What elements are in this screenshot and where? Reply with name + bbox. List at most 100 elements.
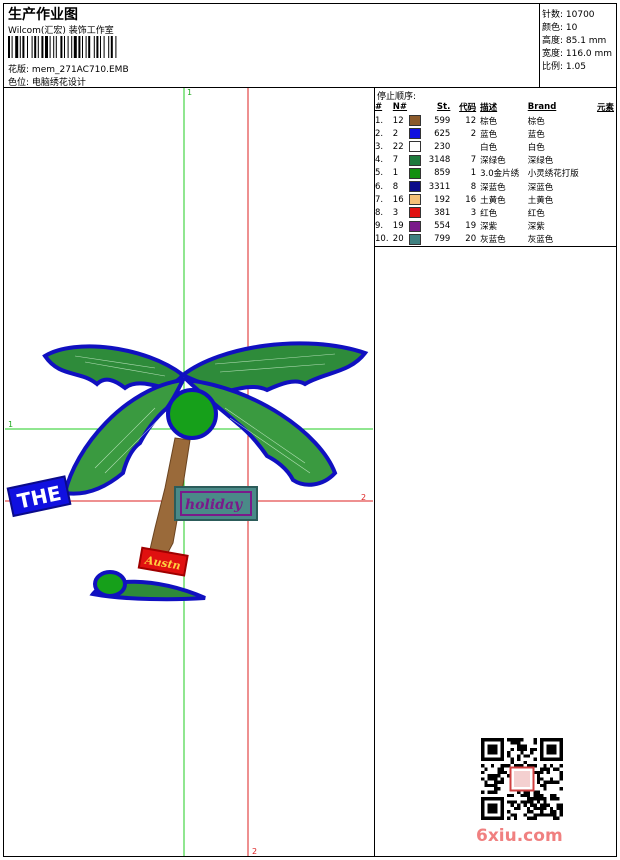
row-description: 土黄色 — [480, 195, 506, 206]
row-swatch — [408, 233, 426, 246]
row-needle: 22 — [392, 141, 404, 152]
table-row: 10. 20 799 20 灰蓝色 灰蓝色 — [375, 233, 617, 246]
row-stitches: 599 — [434, 115, 451, 126]
row-description: 深蓝色 — [480, 182, 506, 193]
site-logo: 6xiu.com — [476, 826, 563, 846]
col-swatch — [409, 100, 426, 114]
row-needle: 16 — [392, 194, 404, 205]
row-stitches: 381 — [434, 207, 451, 218]
table-row: 5. 1 859 1 3.0金片绣 小灵绣花打版 — [375, 167, 617, 180]
row-brand: 灰蓝色 — [527, 235, 554, 246]
color-swatch — [408, 141, 421, 153]
table-header-row: # N# St. 代码 描述 Brand 元素 — [375, 100, 617, 114]
row-code: 8 — [470, 181, 477, 192]
row-swatch — [408, 220, 426, 233]
color-position-value: 电脑绣花设计 — [31, 78, 86, 88]
table-row: 4. 7 3148 7 深绿色 深绿色 — [375, 154, 617, 167]
guide-label-left: 1 — [8, 420, 14, 429]
guide-label-top: 1 — [187, 88, 193, 97]
row-element — [597, 220, 617, 233]
design-height: 高度: 85.1 mm — [542, 36, 607, 46]
design-file-value: mem_271AC710.EMB — [31, 65, 129, 75]
table-row: 3. 22 230 白色 白色 — [375, 140, 617, 153]
row-brand: 棕色 — [527, 116, 545, 127]
row-index: 9. — [375, 221, 384, 232]
row-element — [597, 180, 617, 193]
row-needle: 2 — [392, 128, 399, 139]
row-swatch — [408, 140, 426, 153]
row-stitches: 554 — [434, 221, 451, 232]
row-stitches: 192 — [434, 194, 451, 205]
qr-code — [481, 738, 563, 820]
col-stitches: St. — [436, 102, 451, 112]
table-row: 7. 16 192 16 土黄色 土黄色 — [375, 193, 617, 206]
coconut — [166, 388, 218, 440]
row-index: 6. — [375, 181, 384, 192]
row-needle: 3 — [392, 207, 399, 218]
row-swatch — [408, 206, 426, 219]
row-brand: 深绿色 — [527, 156, 554, 167]
studio-name: Wilcom(汇宏) 装饰工作室 — [8, 26, 114, 36]
color-swatch — [408, 207, 421, 219]
row-description: 深绿色 — [480, 156, 506, 167]
row-needle: 8 — [392, 181, 399, 192]
row-brand: 小灵绣花打版 — [527, 169, 579, 180]
row-swatch — [408, 154, 426, 167]
row-brand: 白色 — [527, 142, 545, 153]
design-file-label: 花版: — [8, 65, 30, 75]
row-index: 2. — [375, 128, 384, 139]
row-code: 1 — [470, 168, 477, 179]
color-swatch — [408, 115, 421, 127]
col-element: 元素 — [596, 103, 614, 113]
row-swatch — [408, 127, 426, 140]
row-description: 白色 — [480, 142, 498, 153]
row-swatch — [408, 180, 426, 193]
color-swatch — [408, 128, 421, 140]
row-code: 3 — [470, 207, 477, 218]
row-element — [597, 193, 617, 206]
row-needle: 20 — [392, 234, 404, 245]
row-stitches: 625 — [434, 128, 451, 139]
col-brand: Brand — [527, 102, 557, 112]
table-divider — [374, 246, 617, 247]
guide-label-bottom: 2 — [252, 847, 258, 856]
row-needle: 19 — [392, 221, 404, 232]
row-brand: 蓝色 — [527, 129, 545, 140]
row-brand: 土黄色 — [527, 195, 554, 206]
row-swatch — [408, 193, 426, 206]
row-description: 棕色 — [480, 116, 498, 127]
the-badge: THE — [6, 475, 72, 518]
color-position-label: 色位: — [8, 78, 30, 88]
row-description: 灰蓝色 — [480, 235, 506, 246]
row-element — [597, 167, 617, 180]
table-row: 6. 8 3311 8 深蓝色 深蓝色 — [375, 180, 617, 193]
table-row: 1. 12 599 12 棕色 棕色 — [375, 114, 617, 127]
col-needle: N# — [392, 102, 408, 112]
row-index: 5. — [375, 168, 384, 179]
color-sequence-table: # N# St. 代码 描述 Brand 元素 1. 12 599 12 棕色 棕色 2. 2… — [375, 100, 617, 246]
page-title: 生产作业图 — [8, 7, 78, 23]
design-width: 宽度: 116.0 mm — [542, 49, 613, 59]
barcode — [8, 36, 117, 58]
row-element — [597, 127, 617, 140]
row-code: 20 — [465, 234, 477, 245]
color-swatch — [408, 233, 421, 245]
row-needle: 7 — [392, 155, 399, 166]
row-code: 7 — [470, 155, 477, 166]
row-description: 3.0金片绣 — [480, 169, 520, 180]
guide-label-right: 2 — [361, 493, 367, 502]
color-swatch — [408, 220, 421, 232]
row-index: 1. — [375, 115, 384, 126]
color-swatch — [408, 181, 421, 193]
row-stitches: 230 — [434, 141, 451, 152]
holiday-sign-text: holiday — [185, 497, 243, 513]
row-brand: 深紫 — [527, 222, 545, 233]
row-index: 7. — [375, 194, 384, 205]
design-scale: 比例: 1.05 — [542, 62, 586, 72]
col-code: 代码 — [459, 103, 477, 113]
design-canvas: THE holiday Austn — [5, 88, 373, 856]
row-element — [597, 140, 617, 153]
color-position-row: 色位: 电脑绣花设计 — [8, 75, 86, 88]
row-stitches: 799 — [434, 234, 451, 245]
row-description: 深紫 — [480, 222, 498, 233]
